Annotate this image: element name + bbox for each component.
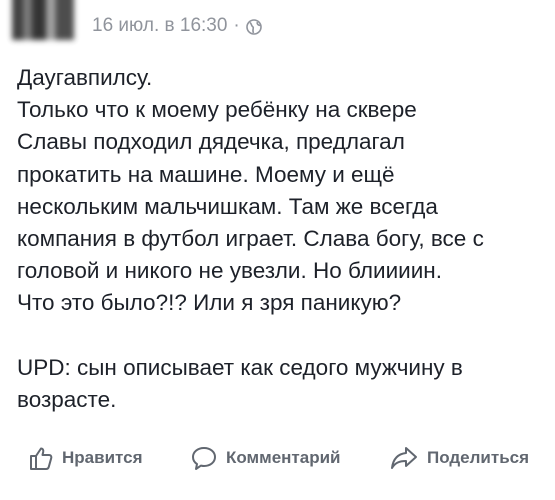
post-timestamp[interactable]: 16 июл. в 16:30 xyxy=(92,15,227,37)
share-arrow-icon xyxy=(391,447,417,469)
post-card: 16 июл. в 16:30 · Даугавпилсу. Только чт… xyxy=(0,0,555,500)
comment-button[interactable]: Комментарий xyxy=(190,436,340,480)
meta-separator: · xyxy=(233,15,240,36)
post-actions: Нравится Комментарий Поделиться xyxy=(0,436,555,480)
thumbs-up-icon xyxy=(30,447,53,470)
like-button[interactable]: Нравится xyxy=(28,436,143,480)
comment-label: Комментарий xyxy=(226,448,341,467)
comment-icon xyxy=(192,447,216,470)
globe-icon[interactable] xyxy=(245,18,262,35)
like-label: Нравится xyxy=(62,448,143,467)
avatar[interactable] xyxy=(12,0,74,40)
share-label: Поделиться xyxy=(427,448,530,467)
post-meta: 16 июл. в 16:30 · xyxy=(92,14,262,38)
share-button[interactable]: Поделиться xyxy=(389,436,529,480)
post-body: Даугавпилсу. Только что к моему ребёнку … xyxy=(17,65,484,413)
